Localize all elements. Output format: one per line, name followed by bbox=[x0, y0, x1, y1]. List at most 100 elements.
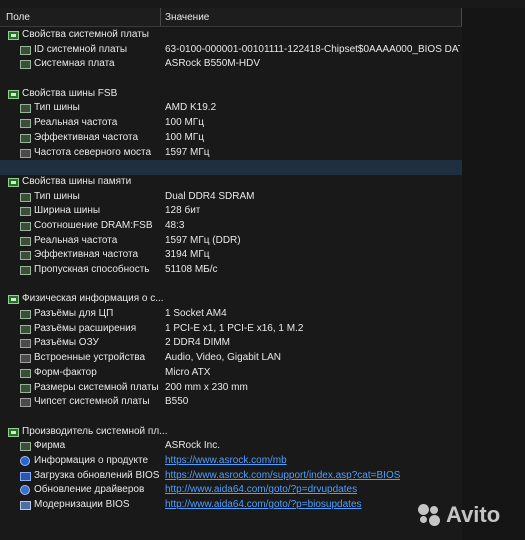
chip-icon bbox=[20, 133, 31, 143]
property-value: 1 Socket AM4 bbox=[165, 308, 227, 320]
property-row[interactable]: Информация о продукте https://www.asrock.… bbox=[0, 454, 462, 469]
chip-icon bbox=[20, 442, 31, 452]
section-title: Физическая информация о с... bbox=[22, 293, 164, 305]
cpu-socket-icon bbox=[20, 310, 31, 320]
property-link[interactable]: http://www.aida64.com/goto/?p=drvupdates bbox=[165, 483, 357, 498]
avito-watermark: Avito bbox=[418, 500, 518, 530]
section-header[interactable]: Свойства шины FSB bbox=[0, 87, 462, 102]
property-label: Тип шины bbox=[34, 102, 80, 114]
property-row[interactable]: Разъёмы ОЗУ 2 DDR4 DIMM bbox=[0, 336, 462, 351]
property-link[interactable]: https://www.asrock.com/mb bbox=[165, 454, 287, 469]
property-row[interactable]: Тип шины Dual DDR4 SDRAM bbox=[0, 190, 462, 205]
property-row[interactable]: Соотношение DRAM:FSB 48:3 bbox=[0, 219, 462, 234]
property-value: 1597 МГц (DDR) bbox=[165, 234, 241, 246]
property-row[interactable]: Эффективная частота 100 МГц bbox=[0, 131, 462, 146]
column-header: Поле Значение bbox=[0, 8, 462, 27]
property-row[interactable]: ID системной платы 63-0100-000001-0010111… bbox=[0, 43, 462, 58]
property-row[interactable]: Размеры системной платы 200 mm x 230 mm bbox=[0, 381, 462, 396]
property-row[interactable]: Форм-фактор Micro ATX bbox=[0, 366, 462, 381]
column-field-header[interactable]: Поле bbox=[6, 12, 30, 23]
property-value: 1 PCI-E x1, 1 PCI-E x16, 1 M.2 bbox=[165, 322, 304, 334]
property-link[interactable]: http://www.aida64.com/goto/?p=biosupdate… bbox=[165, 498, 362, 513]
chip-icon bbox=[20, 119, 31, 129]
property-row[interactable]: Пропускная способность 51108 МБ/с bbox=[0, 263, 462, 278]
chip-icon bbox=[20, 251, 31, 261]
property-label: Эффективная частота bbox=[34, 131, 139, 143]
property-value: Audio, Video, Gigabit LAN bbox=[165, 352, 282, 364]
property-label: ID системной платы bbox=[34, 43, 128, 55]
property-value: ASRock Inc. bbox=[165, 440, 221, 452]
property-value: 128 бит bbox=[165, 205, 201, 217]
property-label: Размеры системной платы bbox=[34, 381, 159, 393]
chip-icon bbox=[20, 207, 31, 217]
property-label: Разъёмы расширения bbox=[34, 322, 137, 334]
property-label: Чипсет системной платы bbox=[34, 396, 150, 408]
chip-icon bbox=[20, 104, 31, 114]
avito-logo-icon bbox=[418, 504, 442, 528]
property-row[interactable]: Встроенные устройства Audio, Video, Gigab… bbox=[0, 351, 462, 366]
column-separator[interactable] bbox=[160, 8, 161, 26]
property-value: 3194 МГц bbox=[165, 249, 210, 261]
property-row[interactable]: Эффективная частота 3194 МГц bbox=[0, 248, 462, 263]
property-row[interactable]: Модернизации BIOS http://www.aida64.com/g… bbox=[0, 498, 462, 513]
property-label: Тип шины bbox=[34, 190, 80, 202]
download-icon bbox=[20, 471, 31, 481]
property-value: 100 МГц bbox=[165, 131, 204, 143]
property-label: Реальная частота bbox=[34, 117, 118, 129]
property-value: 63-0100-000001-00101111-122418-Chipset$0… bbox=[165, 43, 460, 55]
property-row[interactable]: Ширина шины 128 бит bbox=[0, 204, 462, 219]
chip-icon bbox=[20, 236, 31, 246]
property-label: Разъёмы для ЦП bbox=[34, 308, 114, 320]
property-row[interactable]: Загрузка обновлений BIOS https://www.asro… bbox=[0, 469, 462, 484]
property-label: Соотношение DRAM:FSB bbox=[34, 219, 153, 231]
property-row[interactable]: Системная плата ASRock B550M-HDV bbox=[0, 57, 462, 72]
property-row[interactable]: Частота северного моста 1597 МГц bbox=[0, 146, 462, 161]
chip-icon bbox=[20, 221, 31, 231]
ram-slot-icon bbox=[20, 339, 31, 349]
section-header[interactable]: Свойства системной платы bbox=[0, 28, 462, 43]
chip-icon bbox=[20, 383, 31, 393]
column-value-header[interactable]: Значение bbox=[165, 12, 209, 23]
property-row[interactable]: Фирма ASRock Inc. bbox=[0, 439, 462, 454]
property-value: 48:3 bbox=[165, 219, 185, 231]
property-label: Пропускная способность bbox=[34, 264, 150, 275]
section-title: Производитель системной пл... bbox=[22, 425, 168, 437]
property-label: Ширина шины bbox=[34, 205, 101, 217]
memory-icon bbox=[20, 148, 31, 158]
property-link[interactable]: https://www.asrock.com/support/index.asp… bbox=[165, 469, 400, 484]
globe-icon bbox=[20, 455, 30, 466]
property-row[interactable]: Чипсет системной платы B550 bbox=[0, 395, 462, 410]
property-label: Частота северного моста bbox=[34, 146, 152, 158]
property-row[interactable]: Реальная частота 100 МГц bbox=[0, 116, 462, 131]
spacer-row bbox=[0, 72, 462, 87]
property-value: AMD K19.2 bbox=[165, 102, 217, 114]
property-value: 1597 МГц bbox=[165, 146, 210, 158]
property-value: Dual DDR4 SDRAM bbox=[165, 190, 255, 202]
property-label: Модернизации BIOS bbox=[34, 499, 130, 510]
chip-icon bbox=[20, 368, 31, 378]
section-header[interactable]: Свойства шины памяти bbox=[0, 175, 462, 190]
section-header[interactable]: Производитель системной пл... bbox=[0, 425, 462, 440]
property-row[interactable]: Обновление драйверов http://www.aida64.co… bbox=[0, 483, 462, 498]
chip-icon bbox=[20, 192, 31, 202]
avito-text: Avito bbox=[446, 502, 501, 527]
chip-icon bbox=[20, 45, 31, 55]
property-list: Свойства системной платы ID системной пла… bbox=[0, 28, 462, 513]
section-header[interactable]: Физическая информация о с... bbox=[0, 292, 462, 307]
device-icon bbox=[20, 354, 31, 364]
section-icon bbox=[8, 177, 19, 187]
property-value: 51108 МБ/с bbox=[165, 264, 218, 275]
section-title: Свойства шины памяти bbox=[22, 175, 132, 187]
property-row[interactable]: Разъёмы для ЦП 1 Socket AM4 bbox=[0, 307, 462, 322]
property-label: Системная плата bbox=[34, 58, 115, 70]
section-icon bbox=[8, 89, 19, 99]
section-title: Свойства шины FSB bbox=[22, 87, 118, 99]
upgrade-icon bbox=[20, 501, 31, 510]
aida64-window: Поле Значение Свойства системной платы ID… bbox=[0, 0, 525, 540]
section-icon bbox=[8, 295, 19, 305]
property-row[interactable]: Реальная частота 1597 МГц (DDR) bbox=[0, 234, 462, 249]
property-row[interactable]: Тип шины AMD K19.2 bbox=[0, 101, 462, 116]
property-value: 200 mm x 230 mm bbox=[165, 381, 248, 393]
spacer-row bbox=[0, 278, 462, 293]
property-row[interactable]: Разъёмы расширения 1 PCI-E x1, 1 PCI-E x1… bbox=[0, 322, 462, 337]
